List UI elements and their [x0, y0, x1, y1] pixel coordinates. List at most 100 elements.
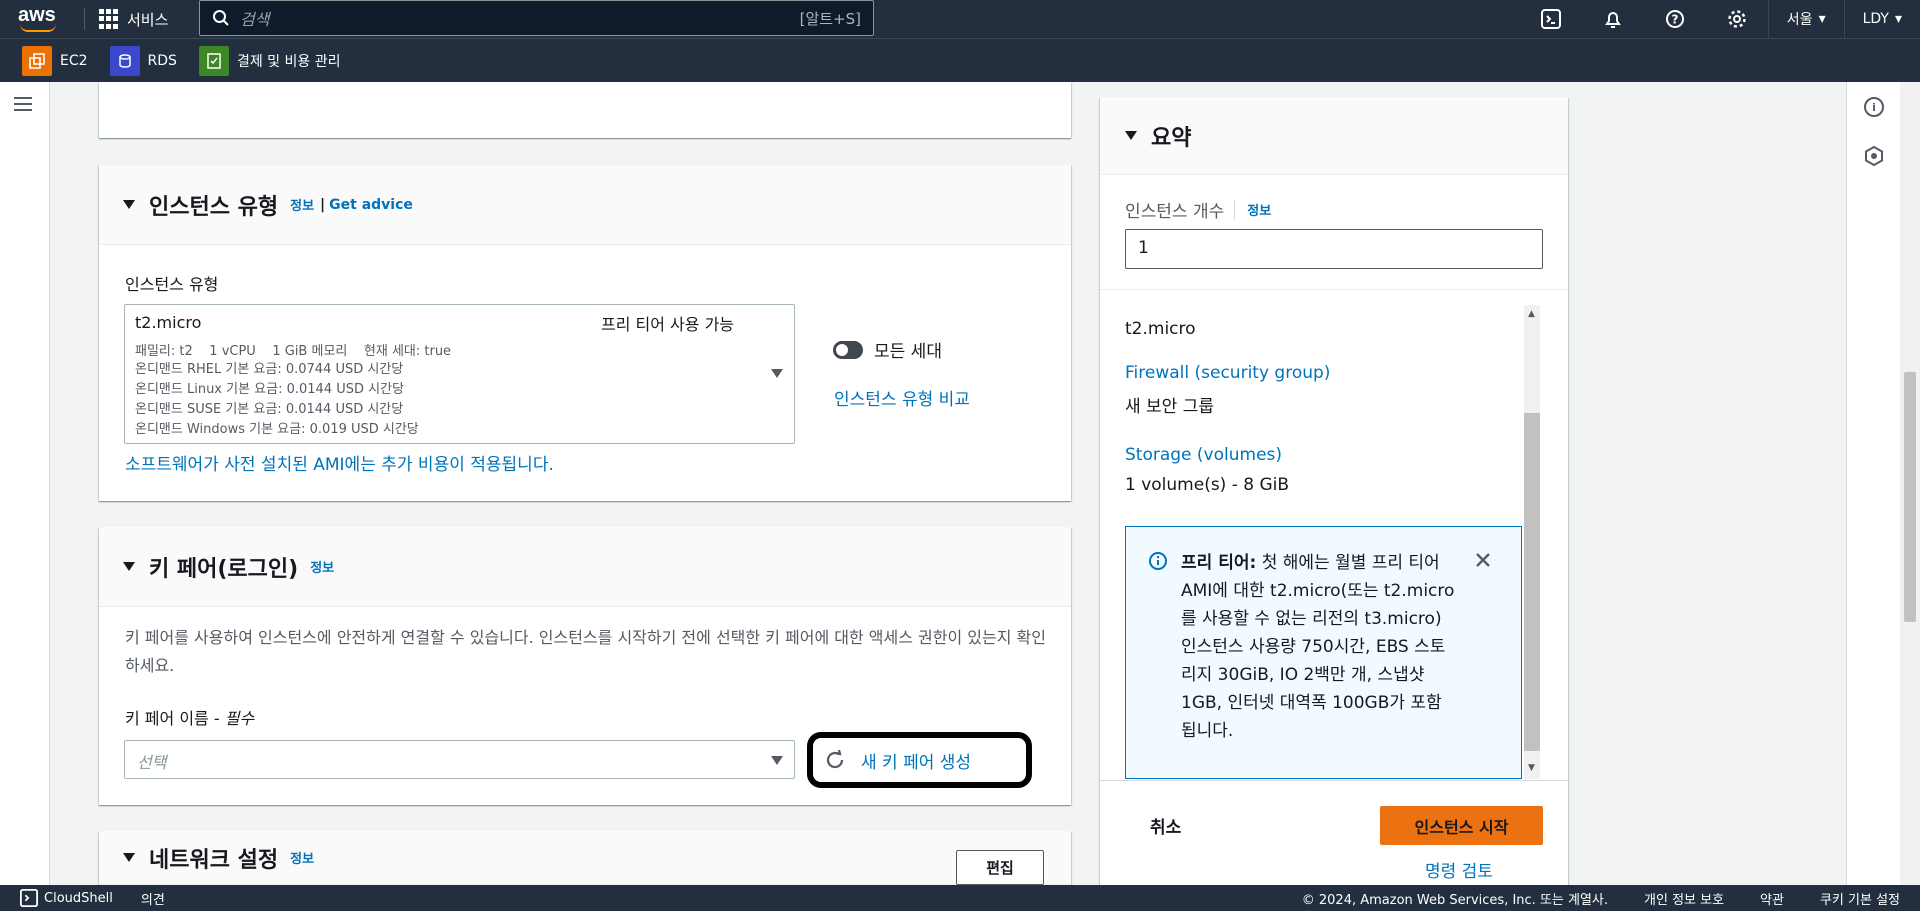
select-placeholder: 선택 [137, 753, 167, 772]
svg-text:?: ? [1671, 13, 1678, 27]
aws-logo[interactable]: aws [18, 4, 70, 34]
storage-value: 1 volume(s) - 8 GiB [1125, 475, 1290, 495]
storage-link[interactable]: Storage (volumes) [1125, 445, 1282, 465]
menu-hamburger-icon[interactable] [14, 97, 32, 111]
instance-count-input[interactable]: 1 [1125, 229, 1543, 269]
footer: CloudShell 의견 © 2024, Amazon Web Service… [0, 885, 1920, 911]
price-linux: 온디맨드 Linux 기본 요금: 0.0144 USD 시간당 [135, 382, 405, 397]
billing-icon [198, 45, 229, 76]
key-pair-description: 키 페어를 사용하여 인스턴스에 안전하게 연결할 수 있습니다. 인스턴스를 … [125, 628, 1046, 675]
page-scrollbar[interactable] [1900, 82, 1920, 885]
firewall-value: 새 보안 그룹 [1125, 397, 1215, 417]
summary-scrollbar[interactable]: ▲ ▼ [1524, 305, 1540, 779]
previous-section-panel [99, 82, 1071, 138]
divider [84, 8, 85, 30]
free-tier-description: 첫 해에는 월별 프리 티어 AMI에 대한 t2.micro(또는 t2.mi… [1181, 553, 1455, 741]
account-menu[interactable]: LDY ▾ [1843, 0, 1920, 38]
key-pair-header[interactable]: 키 페어(로그인) 정보 [99, 527, 1071, 607]
search-placeholder: 검색 [240, 10, 270, 29]
refresh-icon [826, 749, 844, 769]
cloudshell-icon[interactable] [1520, 0, 1582, 38]
create-key-pair-button[interactable]: 새 키 페어 생성 [807, 732, 1032, 788]
caret-down-icon: ▾ [1894, 11, 1902, 27]
price-windows: 온디맨드 Windows 기본 요금: 0.019 USD 시간당 [135, 422, 419, 437]
instance-type-header[interactable]: 인스턴스 유형 정보 | Get advice [99, 165, 1071, 245]
info-link[interactable]: 정보 [290, 195, 314, 214]
free-tier-text-block: 프리 티어: 첫 해에는 월별 프리 티어 AMI에 대한 t2.micro(또… [1181, 549, 1456, 745]
summary-title: 요약 [1151, 125, 1192, 151]
collapse-caret-icon [1125, 131, 1137, 140]
region-selector[interactable]: 서울 ▾ [1767, 0, 1844, 38]
favorite-ec2[interactable]: EC2 [22, 45, 88, 76]
copyright-text: © 2024, Amazon Web Services, Inc. 또는 계열사… [1301, 892, 1609, 908]
scrollbar-thumb[interactable] [1524, 413, 1540, 751]
search-shortcut: [알트+S] [799, 9, 861, 28]
review-commands-link[interactable]: 명령 검토 [1425, 857, 1493, 882]
section-title: 인스턴스 유형 [149, 194, 279, 220]
info-link[interactable]: 정보 [310, 557, 334, 576]
firewall-link[interactable]: Firewall (security group) [1125, 363, 1330, 383]
instance-count-label: 인스턴스 개수 [1125, 202, 1225, 222]
edit-button[interactable]: 편집 [956, 850, 1044, 885]
tutorial-hexagon-icon[interactable] [1864, 146, 1884, 166]
key-pair-select[interactable]: 선택 [124, 740, 795, 779]
ec2-icon [22, 45, 52, 76]
privacy-link[interactable]: 개인 정보 보호 [1644, 889, 1724, 908]
required-marker: 필수 [224, 709, 255, 728]
page-scrollbar-thumb[interactable] [1904, 372, 1916, 622]
launch-instance-button[interactable]: 인스턴스 시작 [1380, 806, 1543, 845]
scroll-down-icon[interactable]: ▼ [1528, 763, 1535, 773]
instance-count-label-row: 인스턴스 개수 정보 [1125, 197, 1271, 222]
services-button[interactable]: 서비스 [99, 9, 168, 30]
info-link[interactable]: 정보 [290, 848, 314, 867]
compare-instance-types-link[interactable]: 인스턴스 유형 비교 [834, 385, 970, 410]
summary-panel: 요약 인스턴스 개수 정보 1 t2.micro Firewall (secur… [1100, 97, 1568, 885]
settings-gear-icon[interactable] [1706, 0, 1768, 38]
logo-smile-icon [20, 24, 56, 32]
section-title: 키 페어(로그인) [149, 556, 299, 582]
divider [1100, 289, 1568, 290]
free-tier-badge: 프리 티어 사용 가능 [601, 315, 735, 334]
selected-instance-type: t2.micro [135, 313, 202, 332]
feedback-link[interactable]: 의견 [141, 889, 165, 908]
all-generations-toggle[interactable] [833, 341, 863, 359]
info-panel-icon[interactable]: i [1864, 97, 1884, 117]
price-suse: 온디맨드 SUSE 기본 요금: 0.0144 USD 시간당 [135, 402, 404, 417]
favorite-rds[interactable]: RDS [109, 45, 177, 76]
favorite-billing[interactable]: 결제 및 비용 관리 [198, 45, 341, 76]
price-rhel: 온디맨드 RHEL 기본 요금: 0.0744 USD 시간당 [135, 362, 404, 377]
field-label: 인스턴스 유형 [125, 275, 219, 294]
instance-details: 패밀리: t2 1 vCPU 1 GiB 메모리 현재 세대: true [135, 344, 452, 359]
services-grid-icon [99, 9, 119, 29]
favorites-bar: EC2 RDS 결제 및 비용 관리 [0, 38, 1920, 82]
get-advice-link[interactable]: Get advice [329, 197, 413, 213]
ami-cost-note-link[interactable]: 소프트웨어가 사전 설치된 AMI에는 추가 비용이 적용됩니다. [125, 450, 554, 475]
summary-scroll-area[interactable]: t2.micro Firewall (security group) 새 보안 … [1100, 305, 1568, 779]
right-rail: i [1846, 82, 1900, 885]
section-title: 네트워크 설정 [149, 847, 279, 873]
help-icon[interactable]: ? [1644, 0, 1706, 38]
cloudshell-icon [20, 889, 38, 907]
search-input[interactable]: 검색 [알트+S] [199, 0, 874, 36]
network-settings-panel: 네트워크 설정 정보 편집 [99, 831, 1071, 885]
caret-down-icon: ▾ [1818, 11, 1826, 27]
favorite-label: 결제 및 비용 관리 [236, 53, 341, 70]
network-settings-header[interactable]: 네트워크 설정 정보 [99, 831, 1071, 885]
instance-type-select[interactable]: t2.micro 프리 티어 사용 가능 패밀리: t2 1 vCPU 1 Gi… [124, 304, 795, 444]
collapse-caret-icon [123, 853, 135, 862]
bell-icon[interactable] [1582, 0, 1644, 38]
cloudshell-button[interactable]: CloudShell [20, 889, 113, 907]
summary-instance-type: t2.micro [1125, 319, 1196, 339]
key-pair-panel: 키 페어(로그인) 정보 키 페어를 사용하여 인스턴스에 안전하게 연결할 수… [99, 527, 1071, 805]
summary-header[interactable]: 요약 [1100, 97, 1568, 175]
close-icon[interactable] [1474, 551, 1492, 569]
region-label: 서울 [1786, 12, 1813, 28]
cookie-preferences-link[interactable]: 쿠키 기본 설정 [1820, 889, 1900, 908]
divider [1100, 780, 1568, 781]
terms-link[interactable]: 약관 [1760, 889, 1784, 908]
services-label: 서비스 [127, 10, 169, 29]
user-label: LDY [1862, 11, 1889, 27]
scroll-up-icon[interactable]: ▲ [1528, 309, 1535, 319]
cancel-button[interactable]: 취소 [1150, 813, 1181, 838]
info-link[interactable]: 정보 [1247, 200, 1271, 219]
